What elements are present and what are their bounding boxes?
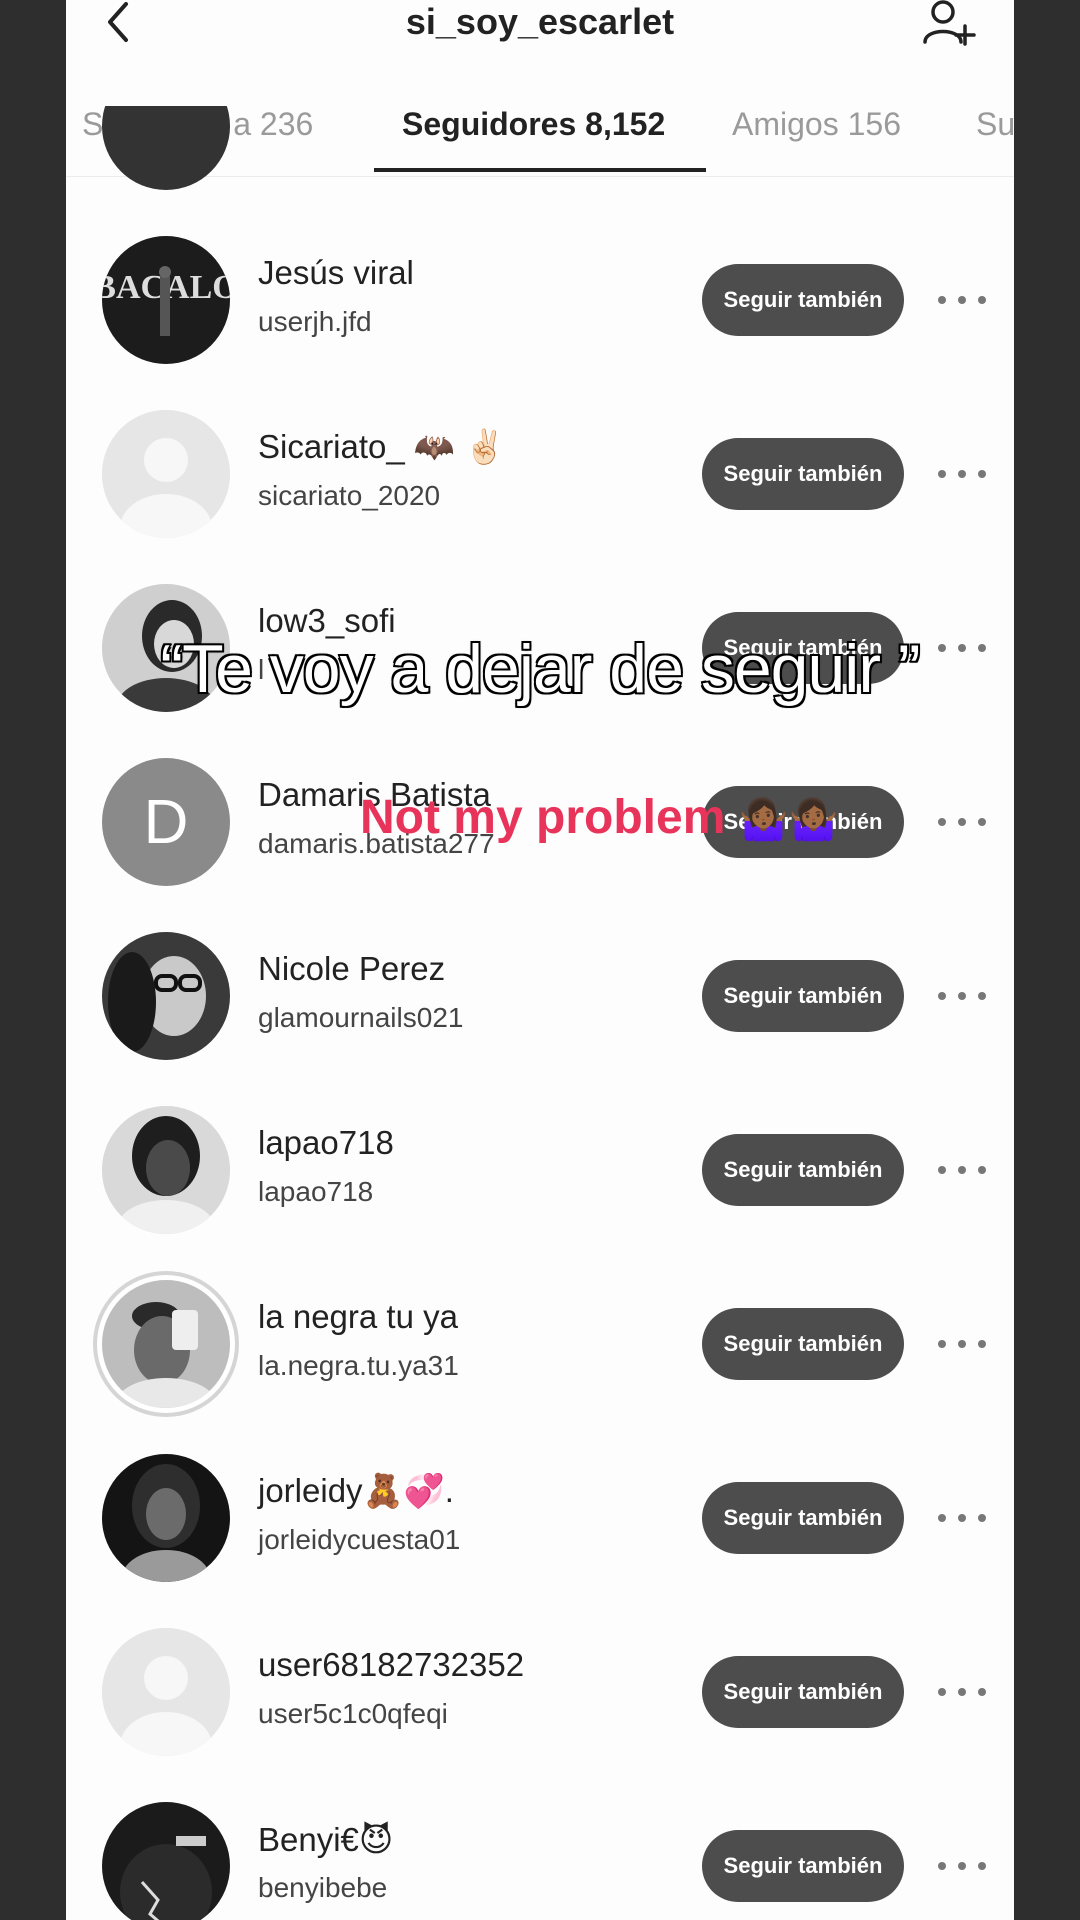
user-handle: la.negra.tu.ya31 (258, 1350, 459, 1381)
overlay-subcaption-text: Not my problem (360, 791, 726, 844)
user-handle: jorleidycuesta01 (258, 1524, 461, 1555)
follow-back-button[interactable]: Seguir también (702, 438, 904, 510)
tab-friends[interactable]: Amigos 156 (732, 102, 901, 146)
user-name: Nicole Perez (258, 950, 446, 987)
user-name: user68182732352 (258, 1646, 525, 1683)
more-options-icon[interactable] (938, 1154, 986, 1186)
user-handle: benyibebe (258, 1872, 388, 1903)
tab-followers[interactable]: Seguidores 8,152 (402, 102, 665, 146)
add-user-icon (923, 0, 976, 46)
user-name: la negra tu ya (258, 1298, 458, 1335)
more-options-icon[interactable] (938, 1850, 986, 1882)
user-name: Benyi€😈 (258, 1821, 394, 1858)
active-tab-indicator (374, 168, 706, 172)
follow-back-button[interactable]: Seguir también (702, 1482, 904, 1554)
avatar[interactable] (102, 1280, 230, 1408)
user-handle: sicariato_2020 (258, 480, 441, 511)
more-options-icon[interactable] (938, 1328, 986, 1360)
list-item[interactable]: lapao718 lapao718 Seguir también (66, 1046, 1014, 1234)
shrug-emoji-icon: 🤷🏾‍♀️🤷🏾‍♀️ (738, 798, 839, 842)
page-title: si_soy_escarlet (405, 1, 675, 42)
user-handle: userjh.jfd (258, 306, 372, 337)
header: si_soy_escarlet (66, 0, 1014, 60)
user-handle: lapao718 (258, 1176, 374, 1207)
avatar[interactable] (102, 1628, 230, 1756)
list-item[interactable]: jorleidy🧸💞. jorleidycuesta01 Seguir tamb… (66, 1394, 1014, 1582)
avatar[interactable] (102, 932, 230, 1060)
follow-back-button[interactable]: Seguir también (702, 1134, 904, 1206)
user-handle: glamournails021 (258, 1002, 464, 1033)
follow-back-button[interactable]: Seguir también (702, 1656, 904, 1728)
avatar[interactable] (102, 1454, 230, 1582)
list-item[interactable]: la negra tu ya la.negra.tu.ya31 Seguir t… (66, 1220, 1014, 1408)
avatar-letter: D (143, 787, 189, 857)
user-handle: user5c1c0qfeqi (258, 1698, 448, 1729)
list-item[interactable]: Sicariato_ 🦇 ✌🏻 sicariato_2020 Seguir ta… (66, 350, 1014, 538)
more-options-icon[interactable] (938, 980, 986, 1012)
follow-back-button[interactable]: Seguir también (702, 264, 904, 336)
list-item[interactable]: BACALO Jesús viral userjh.jfd Seguir tam… (66, 176, 1014, 364)
list-item[interactable]: Benyi€😈 benyibebe Seguir también (66, 1742, 1014, 1920)
more-options-icon[interactable] (938, 458, 986, 490)
avatar[interactable] (102, 410, 230, 538)
user-name: jorleidy🧸💞. (258, 1472, 454, 1509)
follow-back-button[interactable]: Seguir también (702, 960, 904, 1032)
overlay-subcaption: Not my problem 🤷🏾‍♀️🤷🏾‍♀️ (360, 790, 838, 845)
list-item[interactable]: Nicole Perez glamournails021 Seguir tamb… (66, 872, 1014, 1060)
avatar[interactable]: D (102, 758, 230, 886)
user-name: Jesús viral (258, 254, 414, 291)
list-item[interactable]: user68182732352 user5c1c0qfeqi Seguir ta… (66, 1568, 1014, 1756)
avatar[interactable] (102, 1106, 230, 1234)
more-options-icon[interactable] (938, 1676, 986, 1708)
more-options-icon[interactable] (938, 284, 986, 316)
list-item[interactable]: D Damaris Batista damaris.batista277 Seg… (66, 698, 1014, 886)
add-user-button[interactable] (921, 0, 977, 52)
user-name: Sicariato_ 🦇 ✌🏻 (258, 428, 506, 465)
overlay-caption: “Te voy a dejar de seguir ” (159, 630, 922, 709)
follow-back-button[interactable]: Seguir también (702, 1830, 904, 1902)
followers-screen: si_soy_escarlet Siguiendo a 236 Seguidor… (66, 0, 1014, 1920)
more-options-icon[interactable] (938, 806, 986, 838)
avatar[interactable] (102, 1802, 230, 1920)
more-options-icon[interactable] (938, 1502, 986, 1534)
follow-back-button[interactable]: Seguir también (702, 1308, 904, 1380)
user-name: lapao718 (258, 1124, 394, 1161)
tab-suggested[interactable]: Su (976, 102, 1014, 146)
avatar[interactable]: BACALO (102, 236, 230, 364)
